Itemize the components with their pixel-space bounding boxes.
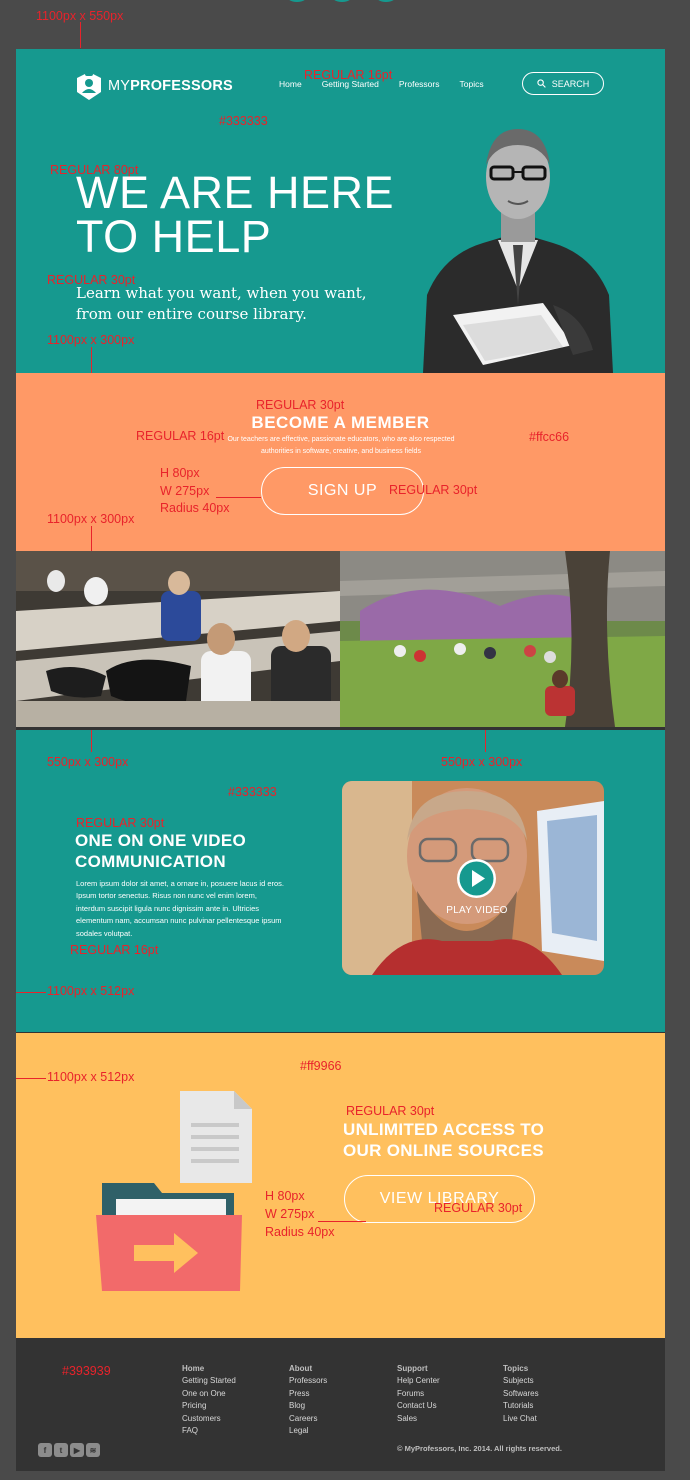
annotation-label: Radius 40px <box>265 1225 335 1239</box>
students-park-photo <box>340 551 665 727</box>
video-player[interactable]: PLAY VIDEO <box>342 781 604 975</box>
annotation-label: REGULAR 30pt <box>256 398 345 412</box>
youtube-icon[interactable]: ▶ <box>70 1443 84 1457</box>
photos-strip <box>16 551 665 729</box>
play-button[interactable] <box>457 859 496 898</box>
annotation-label: Radius 40px <box>160 501 230 515</box>
footer-col-home: Home Getting Started One on One Pricing … <box>182 1364 236 1438</box>
annotation-label: 1100px x 300px <box>47 512 135 526</box>
folder-document-icon <box>96 1091 252 1291</box>
annotation-line <box>91 347 92 373</box>
logo-shield-icon <box>77 72 101 100</box>
play-icon <box>459 861 494 896</box>
play-video-label: PLAY VIDEO <box>446 905 508 916</box>
footer-link[interactable]: FAQ <box>182 1425 236 1438</box>
footer: Home Getting Started One on One Pricing … <box>16 1338 665 1471</box>
annotation-line <box>485 730 486 752</box>
library-title: UNLIMITED ACCESS TO OUR ONLINE SOURCES <box>343 1120 545 1160</box>
hero-section: MYPROFESSORS Home Getting Started Profes… <box>16 49 665 373</box>
logo-text: MYPROFESSORS <box>108 78 233 94</box>
hero-subtitle: Learn what you want, when you want, from… <box>76 284 367 323</box>
annotation-label: #ffcc66 <box>529 430 570 444</box>
annotation-line <box>91 526 92 551</box>
member-description: Our teachers are effective, passionate e… <box>227 436 455 455</box>
video-title: ONE ON ONE VIDEO COMMUNICATION <box>75 831 247 871</box>
footer-link[interactable]: Professors <box>289 1375 327 1388</box>
annotation-label: H 80px <box>265 1189 305 1203</box>
annotation-label: 1100px x 512px <box>47 1070 135 1084</box>
facebook-icon[interactable]: f <box>38 1443 52 1457</box>
footer-link[interactable]: Legal <box>289 1425 327 1438</box>
search-icon <box>537 79 546 88</box>
top-decor-dot <box>375 0 397 2</box>
professor-photo <box>423 129 613 373</box>
footer-col-support: Support Help Center Forums Contact Us Sa… <box>397 1364 440 1425</box>
annotation-line <box>16 1078 46 1079</box>
annotation-label: REGULAR 80pt <box>50 163 139 177</box>
nav-home[interactable]: Home <box>279 79 302 89</box>
footer-link[interactable]: Tutorials <box>503 1400 539 1413</box>
rss-icon[interactable]: ≋ <box>86 1443 100 1457</box>
annotation-line <box>216 497 261 498</box>
footer-col-topics: Topics Subjects Softwares Tutorials Live… <box>503 1364 539 1425</box>
footer-link[interactable]: Sales <box>397 1413 440 1426</box>
video-body-text: Lorem ipsum dolor sit amet, a ornare in,… <box>76 879 285 938</box>
copyright-text: © MyProfessors, Inc. 2014. All rights re… <box>397 1444 562 1453</box>
social-links: f t ▶ ≋ <box>38 1443 100 1457</box>
logo[interactable]: MYPROFESSORS <box>76 71 233 101</box>
footer-link[interactable]: Blog <box>289 1400 327 1413</box>
hero-title: WE ARE HERE TO HELP <box>76 167 395 262</box>
nav-professors[interactable]: Professors <box>399 79 440 89</box>
twitter-icon[interactable]: t <box>54 1443 68 1457</box>
annotation-label: #333333 <box>228 785 277 799</box>
footer-link[interactable]: Softwares <box>503 1388 539 1401</box>
footer-link[interactable]: Customers <box>182 1413 236 1426</box>
view-library-button[interactable]: VIEW LIBRARY <box>344 1175 535 1223</box>
footer-link[interactable]: Press <box>289 1388 327 1401</box>
nav-topics[interactable]: Topics <box>459 79 483 89</box>
annotation-label: W 275px <box>160 484 210 498</box>
annotation-label: 1100px x 300px <box>47 333 135 347</box>
footer-link[interactable]: Subjects <box>503 1375 539 1388</box>
annotation-label: 1100px x 550px <box>36 9 124 23</box>
footer-link[interactable]: Help Center <box>397 1375 440 1388</box>
search-label: SEARCH <box>551 78 590 89</box>
top-decor-dot <box>286 0 308 2</box>
annotation-line <box>91 730 92 752</box>
annotation-label: 550px x 300px <box>47 755 129 769</box>
annotation-line <box>80 22 81 48</box>
students-library-photo <box>16 551 340 727</box>
annotation-label: REGULAR 30pt <box>346 1104 435 1118</box>
annotation-label: REGULAR 16pt <box>70 943 159 957</box>
annotation-label: REGULAR 30pt <box>389 483 478 497</box>
annotation-label: H 80px <box>160 466 200 480</box>
annotation-label: W 275px <box>265 1207 315 1221</box>
footer-link[interactable]: Getting Started <box>182 1375 236 1388</box>
footer-heading[interactable]: Support <box>397 1364 440 1373</box>
footer-link[interactable]: Pricing <box>182 1400 236 1413</box>
annotation-label: REGULAR 30pt <box>47 273 136 287</box>
annotation-label: #393939 <box>62 1364 111 1378</box>
annotation-label: REGULAR 16pt <box>304 68 393 82</box>
footer-col-about: About Professors Press Blog Careers Lega… <box>289 1364 327 1438</box>
annotation-label: #ff9966 <box>300 1059 342 1073</box>
annotation-line <box>16 992 46 993</box>
footer-heading[interactable]: Home <box>182 1364 236 1373</box>
annotation-label: 1100px x 512px <box>47 984 135 998</box>
annotation-line <box>318 1221 366 1222</box>
footer-link[interactable]: Forums <box>397 1388 440 1401</box>
footer-link[interactable]: Live Chat <box>503 1413 539 1426</box>
annotation-label: REGULAR 16pt <box>136 429 225 443</box>
annotation-label: REGULAR 30pt <box>434 1201 523 1215</box>
footer-link[interactable]: One on One <box>182 1388 236 1401</box>
footer-heading[interactable]: About <box>289 1364 327 1373</box>
annotation-label: REGULAR 30pt <box>76 816 165 830</box>
footer-heading[interactable]: Topics <box>503 1364 539 1373</box>
annotation-label: #333333 <box>219 114 268 128</box>
footer-link[interactable]: Contact Us <box>397 1400 440 1413</box>
footer-link[interactable]: Careers <box>289 1413 327 1426</box>
top-decor-dot <box>331 0 353 2</box>
annotation-label: 550px x 300px <box>441 755 523 769</box>
search-button[interactable]: SEARCH <box>522 72 604 95</box>
